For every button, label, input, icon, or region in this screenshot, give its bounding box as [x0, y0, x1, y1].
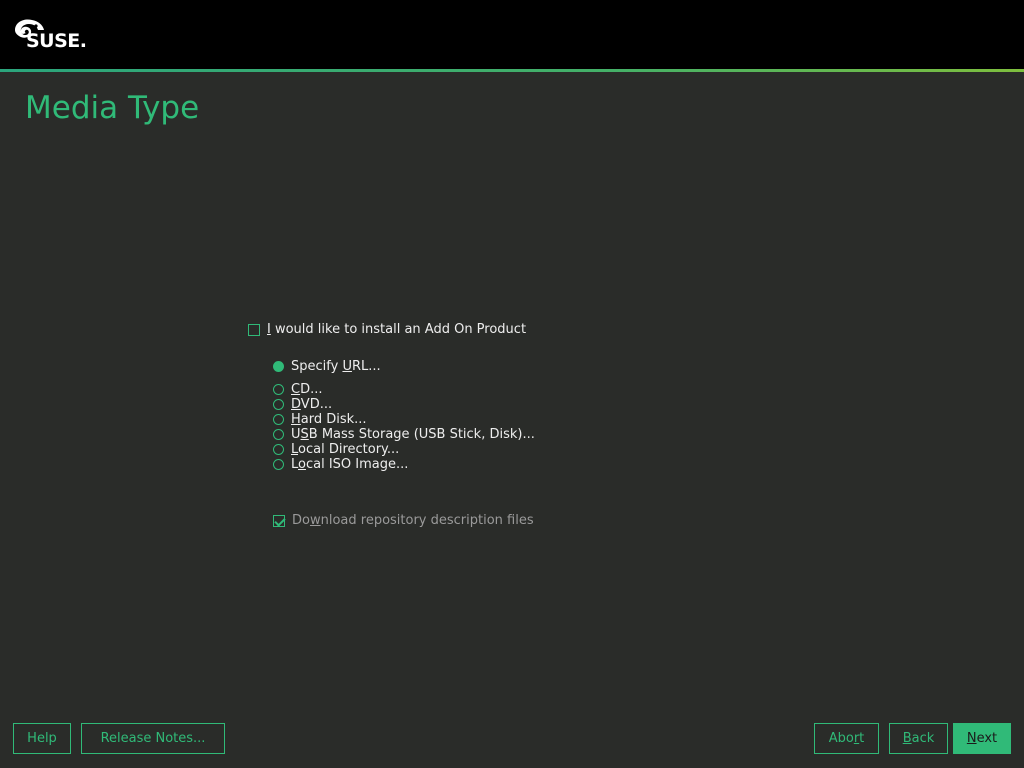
radio-hard-disk[interactable]: Hard Disk...: [273, 412, 367, 427]
checkbox-box-checked[interactable]: [273, 514, 285, 527]
radio-specify-url[interactable]: Specify URL...: [273, 359, 381, 374]
radio-label: USB Mass Storage (USB Stick, Disk)...: [291, 427, 535, 442]
header-accent-line: [0, 69, 1024, 72]
brand-wordmark: SUSE.: [26, 30, 87, 52]
radio-label: Local ISO Image...: [291, 457, 409, 472]
download-repo-description-label: Download repository description files: [292, 513, 534, 528]
radio-local-iso-image[interactable]: Local ISO Image...: [273, 457, 408, 472]
abort-button[interactable]: Abo r t: [814, 723, 879, 754]
radio-cd[interactable]: CD...: [273, 382, 323, 397]
back-button[interactable]: Back: [889, 723, 948, 754]
radio-dvd[interactable]: DVD...: [273, 397, 332, 412]
checkbox-box[interactable]: [248, 323, 260, 336]
radio-unselected-icon[interactable]: [273, 429, 284, 440]
next-button[interactable]: Next: [953, 723, 1011, 754]
radio-label: Local Directory...: [291, 442, 400, 457]
radio-label: Specify URL...: [291, 359, 381, 374]
help-button[interactable]: Help: [13, 723, 71, 754]
radio-usb-mass-storage[interactable]: USB Mass Storage (USB Stick, Disk)...: [273, 427, 535, 442]
radio-unselected-icon[interactable]: [273, 384, 284, 395]
radio-local-directory[interactable]: Local Directory...: [273, 442, 399, 457]
radio-label: CD...: [291, 382, 323, 397]
top-bar: SUSE.: [0, 0, 1024, 69]
radio-unselected-icon[interactable]: [273, 444, 284, 455]
download-repo-description-checkbox[interactable]: Download repository description files: [273, 513, 534, 528]
radio-label: DVD...: [291, 397, 333, 412]
radio-unselected-icon[interactable]: [273, 459, 284, 470]
page-title: Media Type: [25, 90, 200, 126]
install-addon-label: I would like to install an Add On Produc…: [267, 322, 527, 337]
radio-label: Hard Disk...: [291, 412, 367, 427]
radio-unselected-icon[interactable]: [273, 414, 284, 425]
radio-unselected-icon[interactable]: [273, 399, 284, 410]
release-notes-button[interactable]: Release Notes...: [81, 723, 225, 754]
radio-selected-icon[interactable]: [273, 361, 284, 372]
install-addon-checkbox[interactable]: I would like to install an Add On Produc…: [248, 322, 526, 337]
